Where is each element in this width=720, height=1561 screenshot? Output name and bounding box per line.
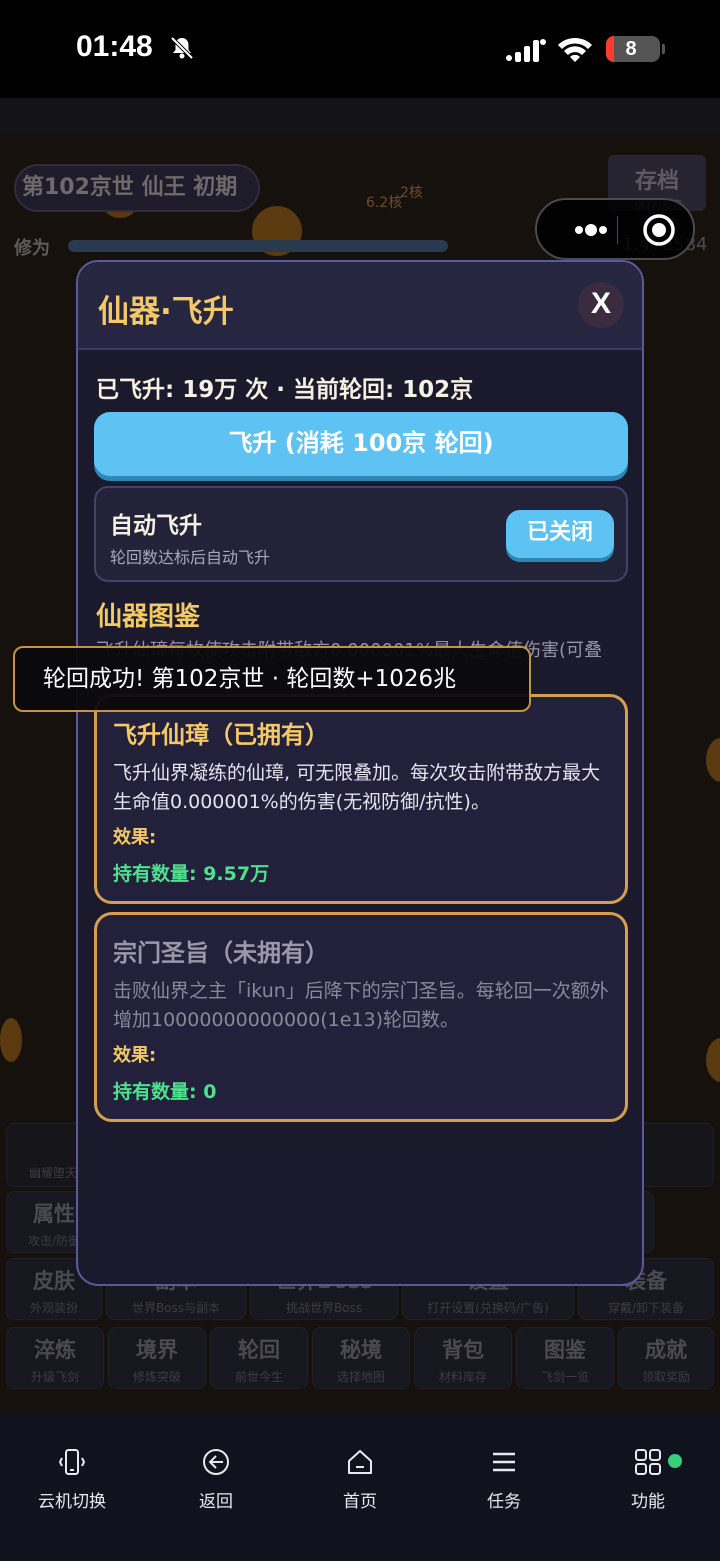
item-desc: 击败仙界之主「ikun」后降下的宗门圣旨。每轮回一次额外增加1000000000… bbox=[113, 980, 609, 1031]
damage-number: 2核 bbox=[400, 185, 423, 201]
nav-back[interactable]: 返回 bbox=[144, 1447, 288, 1512]
feature-title: 背包 bbox=[442, 1338, 484, 1362]
feature-subtitle: 选择地图 bbox=[336, 1370, 385, 1384]
feature-realm-button[interactable]: 境界 修炼突破 bbox=[108, 1327, 206, 1389]
info-panel-text: 幽耀堕天 bbox=[29, 1166, 78, 1180]
feature-subtitle: 修炼突破 bbox=[132, 1370, 181, 1384]
feature-title: 成就 bbox=[645, 1338, 687, 1362]
more-options-icon[interactable] bbox=[557, 218, 617, 242]
battery-level: 8 bbox=[625, 38, 637, 60]
home-icon bbox=[348, 1450, 372, 1474]
close-button[interactable]: X bbox=[578, 282, 624, 328]
feature-reincarnation-button[interactable]: 轮回 前世今生 bbox=[210, 1327, 308, 1389]
nav-label: 返回 bbox=[199, 1492, 233, 1512]
cultivation-bar bbox=[68, 240, 448, 252]
bottom-nav: 云机切换 返回 首页 任务 功能 bbox=[0, 1413, 720, 1561]
feature-codex-button[interactable]: 图鉴 飞剑一览 bbox=[516, 1327, 614, 1389]
auto-ascend-title: 自动飞升 bbox=[110, 513, 202, 539]
back-icon bbox=[203, 1449, 229, 1475]
notification-dot bbox=[668, 1454, 682, 1468]
item-name: 宗门圣旨（未拥有） bbox=[113, 939, 329, 967]
auto-ascend-card: 自动飞升 轮回数达标后自动飞升 已关闭 bbox=[94, 486, 628, 582]
feature-backpack-button[interactable]: 背包 材料库存 bbox=[414, 1327, 512, 1389]
status-time: 01:48 bbox=[76, 30, 153, 63]
item-effect-label: 效果: bbox=[113, 827, 157, 848]
feature-title: 境界 bbox=[136, 1338, 178, 1362]
modal-header: 仙器·飞升 X bbox=[78, 262, 642, 350]
nav-label: 首页 bbox=[343, 1492, 377, 1512]
nav-label: 任务 bbox=[487, 1492, 521, 1512]
nav-tasks[interactable]: 任务 bbox=[432, 1447, 576, 1512]
status-bar: 01:48 8 bbox=[0, 0, 720, 98]
menu-icon bbox=[493, 1452, 515, 1472]
save-label: 存档 bbox=[634, 169, 679, 194]
feature-subtitle: 打开设置(兑换码/广告) bbox=[427, 1301, 549, 1315]
feature-subtitle: 前世今生 bbox=[234, 1370, 283, 1384]
item-count: 持有数量: 0 bbox=[113, 1081, 217, 1103]
cultivation-label: 修为 bbox=[14, 238, 50, 259]
wifi-icon bbox=[558, 37, 592, 62]
nav-home[interactable]: 首页 bbox=[288, 1447, 432, 1512]
feature-achievement-button[interactable]: 成就 领取奖励 bbox=[618, 1327, 714, 1389]
ascension-info: 已飞升: 19万 次 · 当前轮回: 102京 bbox=[96, 377, 474, 403]
item-desc: 飞升仙界凝练的仙璋, 可无限叠加。每次攻击附带敌方最大生命值0.000001%的… bbox=[113, 762, 601, 813]
feature-title: 图鉴 bbox=[544, 1338, 586, 1362]
feature-subtitle: 飞剑一览 bbox=[540, 1370, 589, 1384]
toast-message: 轮回成功! 第102京世 · 轮回数+1026兆 bbox=[13, 646, 531, 712]
modal-title: 仙器·飞升 bbox=[98, 294, 234, 330]
nav-cloud-switch[interactable]: 云机切换 bbox=[0, 1447, 144, 1512]
auto-ascend-desc: 轮回数达标后自动飞升 bbox=[110, 548, 271, 567]
feature-subtitle: 领取奖励 bbox=[641, 1370, 690, 1384]
feature-title: 轮回 bbox=[238, 1338, 280, 1362]
mini-program-capsule bbox=[535, 198, 695, 260]
realm-badge: 第102京世 仙王 初期 bbox=[14, 164, 260, 212]
feature-subtitle: 穿戴/卸下装备 bbox=[607, 1301, 685, 1315]
nav-functions[interactable]: 功能 bbox=[576, 1447, 720, 1512]
grid-icon bbox=[635, 1449, 661, 1475]
battery-icon: 8 bbox=[606, 36, 665, 62]
item-name: 飞升仙璋（已拥有） bbox=[113, 721, 329, 749]
damage-number: 6.2核 bbox=[366, 195, 403, 211]
item-card: 飞升仙璋（已拥有） 飞升仙界凝练的仙璋, 可无限叠加。每次攻击附带敌方最大生命值… bbox=[94, 694, 628, 904]
feature-secret-realm-button[interactable]: 秘境 选择地图 bbox=[312, 1327, 410, 1389]
nav-label: 功能 bbox=[631, 1492, 665, 1512]
ascend-button[interactable]: 飞升 (消耗 100京 轮回) bbox=[94, 412, 628, 476]
feature-title: 秘境 bbox=[340, 1338, 382, 1362]
phone-switch-icon bbox=[58, 1449, 86, 1475]
bell-muted-icon bbox=[170, 36, 194, 60]
feature-subtitle: 世界Boss与副本 bbox=[131, 1301, 221, 1315]
feature-grid-row: 淬炼 升级飞剑 境界 修炼突破 轮回 前世今生 秘境 选择地图 背包 材料库存 … bbox=[6, 1327, 714, 1389]
feature-title: 淬炼 bbox=[34, 1338, 76, 1362]
item-count: 持有数量: 9.57万 bbox=[113, 863, 270, 885]
nav-label: 云机切换 bbox=[38, 1492, 106, 1512]
ascension-modal: 仙器·飞升 X 已飞升: 19万 次 · 当前轮回: 102京 飞升 (消耗 1… bbox=[76, 260, 644, 1286]
codex-title: 仙器图鉴 bbox=[96, 602, 201, 632]
signal-icon bbox=[506, 39, 546, 62]
close-program-icon[interactable] bbox=[641, 212, 677, 248]
item-effect-label: 效果: bbox=[113, 1045, 157, 1066]
feature-subtitle: 材料库存 bbox=[438, 1370, 487, 1384]
feature-subtitle: 外观装扮 bbox=[29, 1301, 78, 1315]
feature-subtitle: 升级飞剑 bbox=[30, 1370, 79, 1384]
auto-ascend-toggle[interactable]: 已关闭 bbox=[506, 510, 614, 558]
item-card: 宗门圣旨（未拥有） 击败仙界之主「ikun」后降下的宗门圣旨。每轮回一次额外增加… bbox=[94, 912, 628, 1122]
feature-temper-button[interactable]: 淬炼 升级飞剑 bbox=[6, 1327, 104, 1389]
feature-subtitle: 挑战世界Boss bbox=[285, 1301, 363, 1315]
